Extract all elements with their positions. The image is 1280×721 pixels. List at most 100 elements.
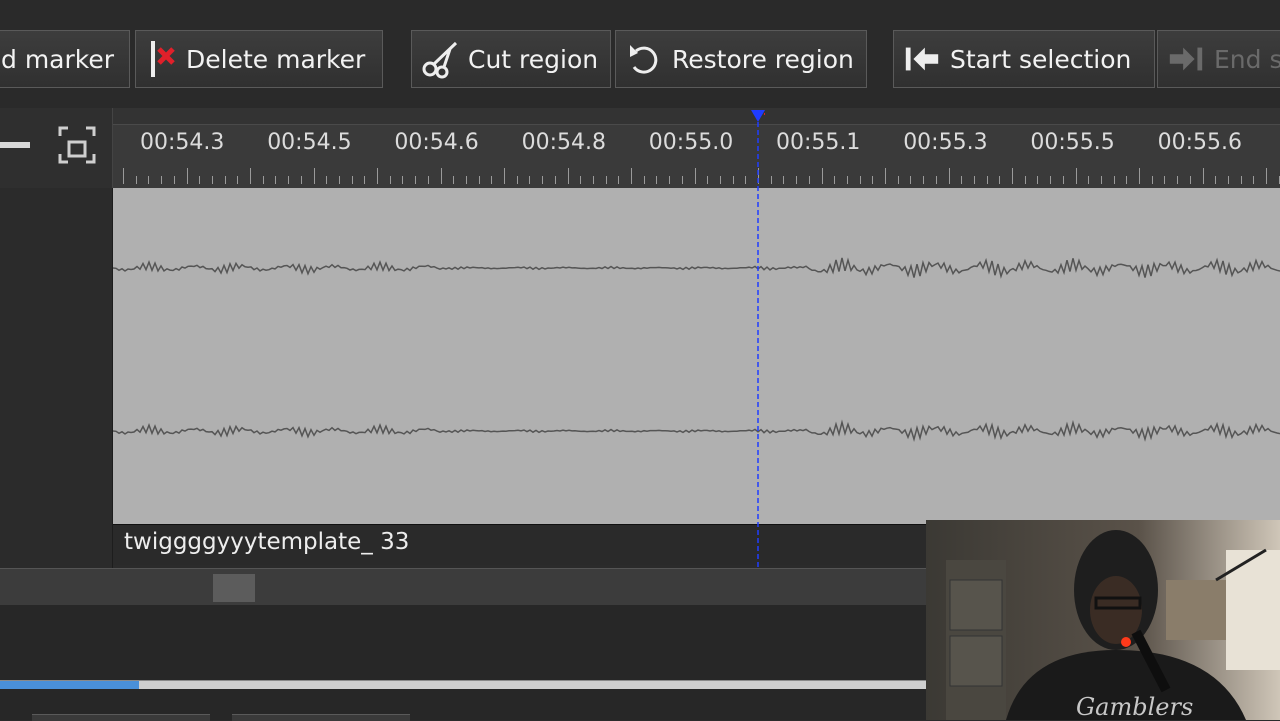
- ruler-tick: [1126, 176, 1128, 184]
- end-selection-icon: [1166, 39, 1206, 79]
- ruler-tick: [973, 176, 975, 184]
- start-selection-label: Start selection: [950, 44, 1132, 74]
- ruler-tick: [605, 176, 607, 184]
- ruler-tick: [478, 176, 480, 184]
- ruler-tick-label: 00:55.5: [1030, 130, 1115, 155]
- ruler-tick: [262, 176, 264, 184]
- playhead[interactable]: [751, 110, 765, 568]
- ruler-tick: [1266, 168, 1267, 184]
- ruler-tick: [1202, 168, 1204, 184]
- ruler-tick: [123, 168, 124, 184]
- ruler-tick: [643, 176, 645, 184]
- fit-to-window-icon[interactable]: [58, 126, 96, 164]
- waveform-channel-right: [112, 419, 1280, 442]
- ruler-tick: [859, 176, 861, 184]
- cut-region-button[interactable]: Cut region: [411, 30, 611, 88]
- ruler-tick: [440, 168, 442, 184]
- ruler-tick: [1151, 176, 1153, 184]
- ruler-tick: [707, 176, 709, 184]
- scissors-icon: [420, 39, 460, 79]
- ruler-tick: [808, 176, 810, 184]
- delete-marker-label: Delete marker: [186, 44, 366, 74]
- start-selection-button[interactable]: Start selection: [893, 30, 1155, 88]
- ruler-tick: [465, 176, 467, 184]
- ruler-tick: [186, 168, 188, 184]
- waveform: [112, 257, 1280, 442]
- ruler-tick: [1253, 176, 1255, 184]
- ruler-tick: [834, 176, 836, 184]
- start-selection-icon: [902, 39, 942, 79]
- ruler-tick: [1012, 168, 1013, 184]
- ruler-tick: [211, 176, 213, 184]
- ruler-tick: [1075, 168, 1077, 184]
- ruler-tick: [1227, 176, 1229, 184]
- waveform-area[interactable]: [112, 188, 1280, 524]
- ruler-tick: [1062, 176, 1064, 184]
- ruler-top-strip: [113, 108, 1280, 125]
- time-ruler[interactable]: 00:54.3 00:54.5 00:54.6 00:54.8 00:55.0 00:55…: [113, 108, 1280, 188]
- lower-panel: [0, 605, 926, 720]
- ruler-tick: [923, 176, 925, 184]
- ruler-controls: [0, 108, 113, 188]
- ruler-tick: [338, 176, 340, 184]
- toolbar: d marker Delete marker Cut region Restor…: [0, 0, 1280, 108]
- ruler-tick: [161, 176, 163, 184]
- ruler-tick: [453, 176, 455, 184]
- ruler-tick: [1050, 176, 1052, 184]
- scrollbar-thumb[interactable]: [213, 574, 255, 602]
- zoom-slider-handle[interactable]: [0, 142, 30, 148]
- ruler-tick-label: 00:55.1: [776, 130, 861, 155]
- ruler-tick: [173, 176, 175, 184]
- cut-region-label: Cut region: [468, 44, 599, 74]
- horizontal-scrollbar[interactable]: [0, 568, 926, 606]
- end-selection-button[interactable]: End s: [1157, 30, 1280, 88]
- restore-region-button[interactable]: Restore region: [615, 30, 867, 88]
- ruler-tick: [1088, 176, 1090, 184]
- ruler-tick: [1139, 168, 1140, 184]
- ruler-tick: [402, 176, 404, 184]
- shirt-text: Gamblers: [1076, 693, 1193, 720]
- ruler-tick: [961, 176, 963, 184]
- ruler-tick-label: 00:55.6: [1157, 130, 1242, 155]
- ruler-tick: [199, 176, 201, 184]
- ruler-tick: [846, 176, 848, 184]
- progress-bar: [0, 680, 926, 689]
- ruler-tick: [1100, 176, 1102, 184]
- ruler-tick-label: 00:54.5: [267, 130, 352, 155]
- ruler-tick: [783, 176, 785, 184]
- ruler-tick: [427, 176, 429, 184]
- restore-region-label: Restore region: [672, 44, 854, 74]
- ruler-tick: [300, 176, 302, 184]
- ruler-tick: [250, 168, 251, 184]
- ruler-tick: [796, 176, 798, 184]
- ruler-tick: [389, 176, 391, 184]
- ruler-tick: [986, 176, 988, 184]
- ruler-tick: [1189, 176, 1191, 184]
- ruler-tick: [135, 176, 137, 184]
- ruler-tick: [148, 176, 150, 184]
- ruler-tick: [224, 176, 226, 184]
- ruler-tick-label: 00:55.0: [648, 130, 734, 155]
- ruler-tick: [910, 176, 912, 184]
- ruler-tick: [719, 176, 721, 184]
- ruler-tick: [542, 176, 544, 184]
- ruler-tick: [745, 176, 747, 184]
- ruler-tick: [732, 176, 734, 184]
- ruler-tick: [872, 176, 874, 184]
- clip-label-bar: twiggggyyytemplate_ 33: [113, 524, 926, 565]
- add-marker-label: d marker: [1, 44, 115, 74]
- ruler-tick: [1177, 176, 1179, 184]
- delete-marker-button[interactable]: Delete marker: [135, 30, 383, 88]
- ruler-tick-label: 00:55.3: [903, 130, 988, 155]
- ruler-tick-label: 00:54.6: [394, 130, 479, 155]
- ruler-tick: [580, 176, 582, 184]
- ruler-tick: [669, 176, 671, 184]
- ruler-tick: [656, 176, 658, 184]
- ruler-tick: [529, 176, 531, 184]
- add-marker-button[interactable]: d marker: [0, 30, 130, 88]
- end-selection-label: End s: [1214, 44, 1280, 74]
- ruler-tick: [618, 176, 620, 184]
- ruler-tick: [351, 176, 353, 184]
- ruler-tick: [821, 168, 823, 184]
- ruler-tick: [1024, 176, 1026, 184]
